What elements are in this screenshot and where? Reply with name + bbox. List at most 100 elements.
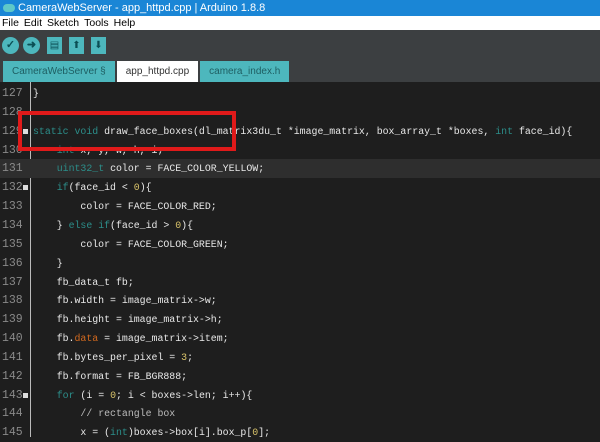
- code-token: else if: [68, 219, 111, 231]
- code-token: fb.format = FB_BGR888;: [33, 370, 188, 382]
- save-down-arrow-icon[interactable]: ⬇: [91, 36, 106, 54]
- code-token: ; i < boxes->len; i++){: [116, 389, 253, 401]
- tab-camerawebserver[interactable]: CameraWebServer §: [3, 61, 115, 82]
- code-text: x = (int)boxes->box[i].box_p[0];: [33, 423, 270, 442]
- menu-sketch[interactable]: Sketch: [47, 16, 79, 30]
- code-line[interactable]: 140 fb.data = image_matrix->item;: [0, 329, 600, 348]
- code-line[interactable]: 137 fb_data_t fb;: [0, 273, 600, 292]
- code-token: data: [74, 333, 99, 345]
- verify-check-icon[interactable]: ✓: [2, 36, 19, 54]
- line-number: 138: [2, 294, 23, 308]
- menu-help[interactable]: Help: [114, 16, 136, 30]
- menu-edit[interactable]: Edit: [24, 16, 42, 30]
- new-file-icon[interactable]: ▤: [47, 36, 62, 54]
- code-token: if: [56, 182, 69, 194]
- code-token: (i =: [74, 389, 111, 401]
- code-token: ;: [187, 351, 194, 363]
- tab-camera-index[interactable]: camera_index.h: [200, 61, 290, 82]
- code-token: fb.bytes_per_pixel =: [33, 351, 182, 363]
- menu-file[interactable]: File: [2, 16, 19, 30]
- code-token: color = FACE_COLOR_GREEN;: [33, 238, 229, 250]
- code-line[interactable]: 131 uint32_t color = FACE_COLOR_YELLOW;: [0, 159, 600, 179]
- fold-toggle-icon[interactable]: [23, 392, 28, 398]
- code-text: }: [33, 254, 63, 273]
- code-text: }: [33, 84, 39, 103]
- code-line[interactable]: 139 fb.height = image_matrix->h;: [0, 310, 600, 329]
- code-text: fb.width = image_matrix->w;: [33, 291, 217, 310]
- code-token: }: [33, 219, 69, 231]
- code-text: fb.height = image_matrix->h;: [33, 310, 223, 329]
- code-token: // rectangle box: [80, 408, 176, 420]
- code-text: color = FACE_COLOR_RED;: [33, 197, 217, 216]
- code-line[interactable]: 134 } else if(face_id > 0){: [0, 216, 600, 235]
- line-number: 139: [2, 313, 23, 327]
- line-number: 145: [2, 426, 23, 440]
- code-token: }: [33, 88, 39, 99]
- code-token: fb.height = image_matrix->h;: [33, 314, 223, 326]
- code-line[interactable]: 142 fb.format = FB_BGR888;: [0, 367, 600, 386]
- code-text: fb.format = FB_BGR888;: [33, 367, 187, 386]
- fold-toggle-icon[interactable]: [23, 185, 28, 191]
- toolbar: ✓ ➜ ▤ ⬆ ⬇: [0, 30, 600, 60]
- code-text: color = FACE_COLOR_GREEN;: [33, 235, 229, 254]
- code-line[interactable]: 133 color = FACE_COLOR_RED;: [0, 197, 600, 216]
- tab-app-httpd[interactable]: app_httpd.cpp: [116, 61, 199, 82]
- code-line[interactable]: 145 x = (int)boxes->box[i].box_p[0];: [0, 423, 600, 442]
- code-text: } else if(face_id > 0){: [33, 216, 193, 235]
- code-token: }: [33, 257, 63, 269]
- code-token: uint32_t: [56, 163, 105, 175]
- code-token: ){: [139, 182, 152, 194]
- code-token: color = FACE_COLOR_RED;: [33, 201, 217, 213]
- code-line[interactable]: 141 fb.bytes_per_pixel = 3;: [0, 348, 600, 367]
- code-text: for (i = 0; i < boxes->len; i++){: [33, 386, 253, 405]
- open-up-arrow-icon[interactable]: ⬆: [69, 36, 84, 54]
- code-token: ){: [181, 219, 194, 231]
- line-number: 144: [2, 407, 23, 421]
- code-text: fb.bytes_per_pixel = 3;: [33, 348, 193, 367]
- line-number: 127: [2, 87, 23, 100]
- line-number: 132: [2, 181, 23, 195]
- line-number: 142: [2, 369, 23, 383]
- menu-bar: File Edit Sketch Tools Help: [0, 16, 600, 30]
- line-number: 137: [2, 275, 23, 289]
- code-text: fb_data_t fb;: [33, 273, 134, 292]
- code-line[interactable]: 127}: [0, 84, 600, 103]
- code-token: fb.width = image_matrix->w;: [33, 295, 217, 307]
- code-token: fb.: [33, 333, 75, 345]
- code-token: (face_id <: [68, 182, 134, 194]
- line-number: 141: [2, 350, 23, 364]
- code-line[interactable]: 143 for (i = 0; i < boxes->len; i++){: [0, 386, 600, 405]
- line-number: 133: [2, 200, 23, 214]
- window-title: CameraWebServer - app_httpd.cpp | Arduin…: [18, 2, 266, 14]
- code-line[interactable]: 136 }: [0, 254, 600, 273]
- line-number: 134: [2, 218, 23, 232]
- code-line[interactable]: 144 // rectangle box: [0, 404, 600, 423]
- line-number: 143: [2, 388, 23, 402]
- highlight-annotation-box: [18, 111, 236, 151]
- code-text: fb.data = image_matrix->item;: [33, 329, 229, 348]
- code-line[interactable]: 135 color = FACE_COLOR_GREEN;: [0, 235, 600, 254]
- arduino-logo-icon: [3, 4, 15, 12]
- code-text: if(face_id < 0){: [33, 178, 152, 197]
- line-number: 131: [2, 162, 23, 176]
- code-line[interactable]: 138 fb.width = image_matrix->w;: [0, 291, 600, 310]
- code-token: face_id){: [513, 125, 573, 137]
- code-token: int: [495, 125, 514, 137]
- code-token: fb_data_t fb;: [33, 276, 134, 288]
- code-token: = image_matrix->item;: [98, 333, 229, 345]
- code-token: for: [56, 389, 75, 401]
- tab-bar: CameraWebServer § app_httpd.cpp camera_i…: [0, 60, 600, 82]
- code-line[interactable]: 132 if(face_id < 0){: [0, 178, 600, 197]
- code-text: // rectangle box: [33, 404, 175, 423]
- title-bar: CameraWebServer - app_httpd.cpp | Arduin…: [0, 0, 600, 16]
- line-number: 135: [2, 237, 23, 251]
- line-number: 136: [2, 256, 23, 270]
- code-token: color = FACE_COLOR_YELLOW;: [104, 163, 265, 175]
- line-number: 140: [2, 332, 23, 346]
- upload-arrow-icon[interactable]: ➜: [23, 36, 40, 54]
- menu-tools[interactable]: Tools: [84, 16, 109, 30]
